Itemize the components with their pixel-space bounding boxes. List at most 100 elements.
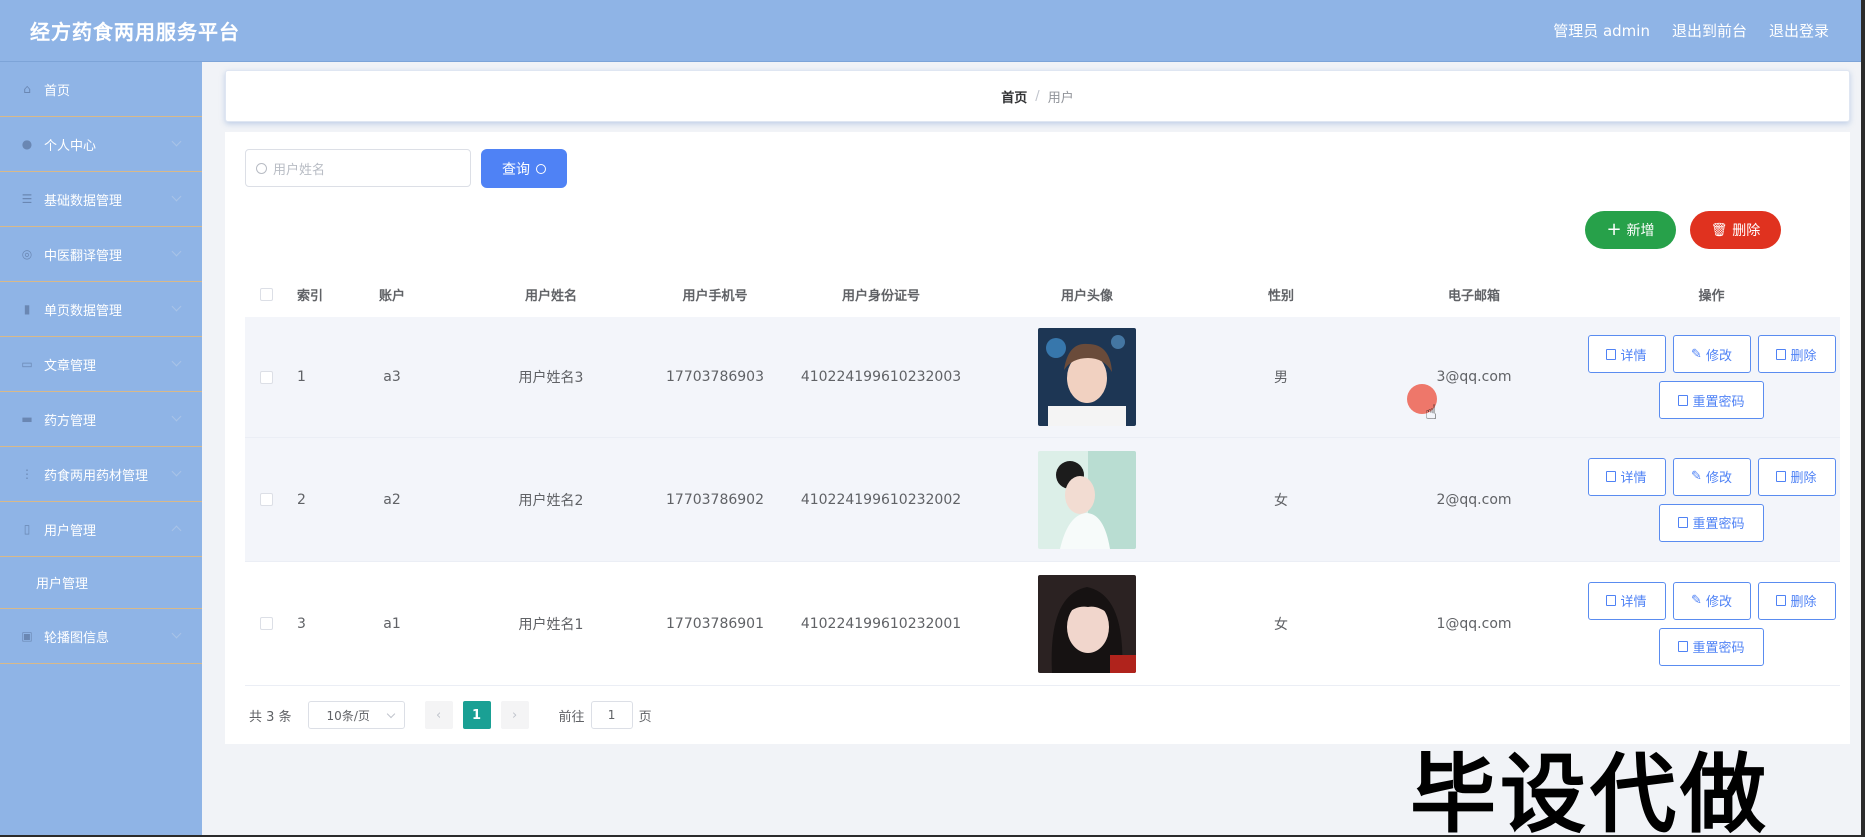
globe-icon: ◎ [21, 247, 33, 261]
edit-button[interactable]: ✎ 修改 [1672, 581, 1751, 620]
sidebar-item-label: 用户管理 [36, 577, 89, 592]
page-number-current[interactable]: 1 [462, 701, 491, 729]
header-index: 索引 [297, 289, 324, 304]
edit-label: 修改 [1705, 348, 1732, 364]
reset-password-button[interactable]: 重置密码 [1659, 381, 1764, 419]
sidebar-item-label: 单页数据管理 [44, 303, 123, 319]
sidebar-item-carousel[interactable]: ▣ 轮播图信息 [0, 609, 202, 664]
cell-index: 1 [297, 369, 306, 385]
edit-button[interactable]: ✎ 修改 [1672, 335, 1751, 373]
search-icon [256, 162, 267, 174]
sidebar-item-single-page[interactable]: ▮ 单页数据管理 [0, 282, 202, 337]
cell-email: 2@qq.com [1436, 491, 1512, 508]
delete-button[interactable]: 删除 [1757, 457, 1836, 496]
search-input[interactable]: 用户姓名 [245, 149, 471, 187]
avatar [1038, 574, 1136, 673]
sidebar: ⌂ 首页 ● 个人中心 ☰ 基础数据管理 ◎ 中医翻译管理 ▮ 单页数据管理 ▭… [0, 62, 202, 837]
breadcrumb-current: 用户 [1047, 90, 1074, 106]
user-table: 索引 账户 用户姓名 用户手机号 用户身份证号 用户头像 性别 电子邮箱 操作 … [245, 272, 1840, 686]
reset-password-label: 重置密码 [1692, 517, 1745, 532]
row-checkbox[interactable] [259, 617, 273, 630]
sidebar-item-prescriptions[interactable]: ▬ 药方管理 [0, 392, 202, 447]
sidebar-item-home[interactable]: ⌂ 首页 [0, 62, 202, 117]
exit-front-link[interactable]: 退出到前台 [1672, 20, 1747, 41]
trash-icon [1776, 348, 1787, 360]
sidebar-item-label: 首页 [44, 83, 71, 99]
breadcrumb-separator: / [1035, 88, 1040, 104]
goto-page-input[interactable]: 1 [590, 701, 633, 729]
breadcrumb-home[interactable]: 首页 [1001, 87, 1027, 106]
next-page-button[interactable]: › [500, 701, 529, 729]
logout-link[interactable]: 退出登录 [1769, 20, 1829, 41]
goto-label: 前往 [558, 709, 585, 725]
header-actions: 管理员 admin 退出到前台 退出登录 [1553, 20, 1829, 41]
top-header: 经方药食两用服务平台 管理员 admin 退出到前台 退出登录 [0, 0, 1865, 62]
row-checkbox[interactable] [259, 493, 273, 506]
delete-label: 删除 [1790, 471, 1817, 486]
delete-label: 删除 [1732, 223, 1761, 239]
watermark-text: 毕设代做 [1410, 745, 1770, 837]
detail-button[interactable]: 详情 [1587, 335, 1666, 373]
window-edge [1861, 0, 1865, 837]
delete-button[interactable]: 删除 [1757, 335, 1836, 373]
sidebar-item-users[interactable]: ▯ 用户管理 [0, 502, 202, 557]
table-header: 索引 账户 用户姓名 用户手机号 用户身份证号 用户头像 性别 电子邮箱 操作 [245, 272, 1840, 317]
cell-id-card: 410224199610232003 [800, 369, 962, 385]
sidebar-item-label: 基础数据管理 [44, 193, 123, 209]
delete-label: 删除 [1790, 595, 1817, 610]
header-phone: 用户手机号 [682, 289, 748, 304]
cell-index: 2 [297, 491, 306, 508]
search-icon [536, 163, 546, 174]
header-account: 账户 [378, 289, 405, 304]
header-sex: 性别 [1267, 289, 1294, 304]
sidebar-item-translation[interactable]: ◎ 中医翻译管理 [0, 227, 202, 282]
batch-delete-button[interactable]: 🗑 删除 [1690, 211, 1781, 249]
page-size-value: 10条/页 [326, 708, 370, 723]
page-size-select[interactable]: 10条/页 [307, 701, 405, 729]
query-button[interactable]: 查询 [481, 149, 567, 188]
sidebar-item-herbs[interactable]: ⋮ 药食两用药材管理 [0, 447, 202, 502]
chevron-down-icon [386, 709, 395, 719]
prev-page-button[interactable]: ‹ [424, 701, 453, 729]
sidebar-item-articles[interactable]: ▭ 文章管理 [0, 337, 202, 392]
herb-icon: ⋮ [21, 467, 33, 481]
detail-label: 详情 [1620, 595, 1647, 610]
header-id-card: 用户身份证号 [841, 289, 920, 304]
select-all-checkbox[interactable] [259, 288, 273, 301]
book-icon: ▬ [21, 412, 33, 426]
cell-name: 用户姓名3 [518, 370, 584, 386]
phone-icon: ▯ [23, 522, 31, 536]
table-row: 1 a3 用户姓名3 17703786903 41022419961023200… [245, 317, 1840, 438]
detail-button[interactable]: 详情 [1587, 457, 1666, 496]
edit-button[interactable]: ✎ 修改 [1672, 457, 1751, 496]
sidebar-item-label: 用户管理 [44, 523, 97, 539]
cell-id-card: 410224199610232002 [800, 491, 962, 508]
row-checkbox[interactable] [259, 370, 273, 384]
sidebar-item-label: 中医翻译管理 [44, 248, 123, 264]
cell-sex: 女 [1274, 492, 1288, 509]
cell-account: a1 [383, 615, 401, 632]
reset-password-button[interactable]: 重置密码 [1659, 627, 1764, 666]
add-button[interactable]: + 新增 [1585, 211, 1676, 249]
chevron-down-icon [171, 246, 182, 257]
cell-account: a2 [383, 491, 401, 508]
cell-name: 用户姓名1 [518, 616, 584, 633]
chevron-down-icon [171, 356, 182, 367]
delete-button[interactable]: 删除 [1757, 581, 1836, 620]
sidebar-item-personal[interactable]: ● 个人中心 [0, 117, 202, 172]
header-avatar: 用户头像 [1060, 289, 1113, 304]
header-name: 用户姓名 [524, 289, 577, 304]
app-title: 经方药食两用服务平台 [30, 20, 240, 44]
trash-icon: 🗑 [1710, 222, 1728, 238]
sidebar-subitem-user-management[interactable]: 用户管理 [0, 557, 202, 609]
home-icon: ⌂ [23, 82, 31, 96]
cell-name: 用户姓名2 [518, 492, 584, 509]
chevron-down-icon [171, 136, 182, 147]
sidebar-item-label: 轮播图信息 [44, 630, 110, 646]
sidebar-item-base-data[interactable]: ☰ 基础数据管理 [0, 172, 202, 227]
reset-password-button[interactable]: 重置密码 [1659, 503, 1764, 542]
detail-button[interactable]: 详情 [1587, 581, 1666, 620]
document-icon [1678, 641, 1689, 652]
chevron-down-icon [171, 466, 182, 477]
list-icon: ☰ [21, 192, 33, 206]
